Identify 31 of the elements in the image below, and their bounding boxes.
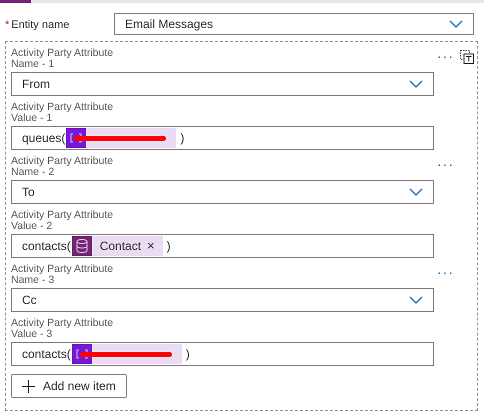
dropdown[interactable]: To [11,180,434,204]
dropdown[interactable]: From [11,72,434,96]
chevron-icon [409,188,423,196]
variable-icon [70,133,82,143]
input-field[interactable]: contacts( Contact × ) [11,234,434,258]
chevron-icon [409,296,423,304]
dropdown[interactable]: Email Messages [114,13,474,35]
token-chip[interactable] [72,344,182,364]
field-label: Activity Party Attribute Value - 1 [11,102,114,124]
field-label: Activity Party Attribute Name - 3 [11,264,114,286]
required-mark: * [5,19,10,31]
token-chip[interactable]: Contact × [72,236,163,256]
more-button[interactable]: ··· [437,264,454,279]
field-label: * Entity name [5,18,70,33]
input-field[interactable]: contacts( ) [11,342,434,366]
add-button[interactable]: Add new item [11,374,127,398]
more-button[interactable]: ··· [437,48,454,63]
database-icon [76,239,88,253]
field-label: Activity Party Attribute Name - 2 [11,156,114,178]
chevron-icon [449,20,463,28]
dropdown[interactable]: Cc [11,288,434,312]
copy-icon[interactable] [460,50,474,64]
plus-icon [22,380,35,392]
variable-icon [76,349,88,359]
token-chip[interactable] [66,128,176,148]
field-label: Activity Party Attribute Value - 2 [11,210,114,232]
field-label: Activity Party Attribute Name - 1 [11,48,114,70]
chevron-icon [409,80,423,88]
field-label: Activity Party Attribute Value - 3 [11,318,114,340]
more-button[interactable]: ··· [437,156,454,171]
input-field[interactable]: queues( ) [11,126,434,150]
